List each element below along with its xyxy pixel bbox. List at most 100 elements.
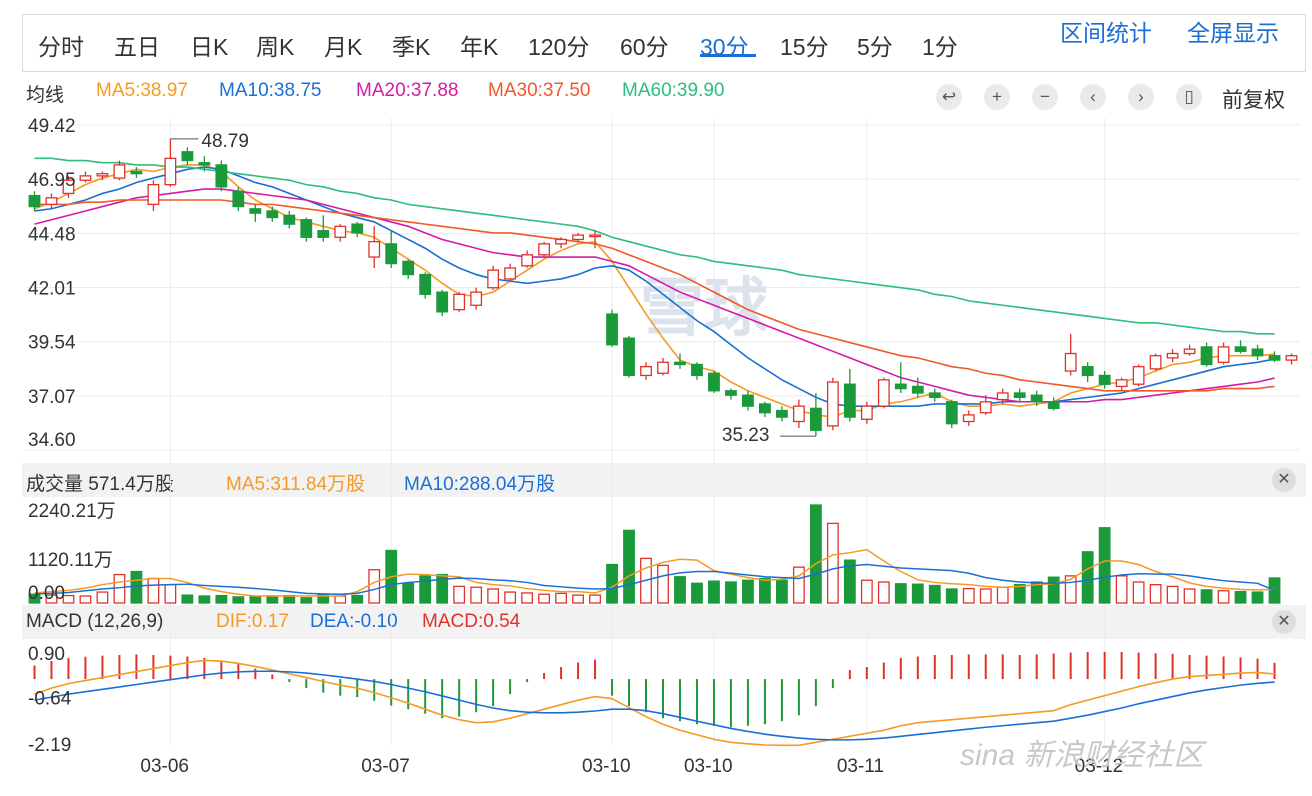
volume-ma5: MA5:311.84万股 bbox=[226, 474, 366, 495]
candle-body bbox=[1149, 355, 1162, 370]
volume-bar bbox=[759, 577, 771, 604]
volume-bar bbox=[521, 592, 534, 604]
volume-bar bbox=[708, 580, 720, 604]
candle-body bbox=[453, 293, 466, 311]
price-tick-label: 39.54 bbox=[28, 333, 76, 354]
volume-bar bbox=[1047, 576, 1060, 604]
ma5-legend: MA5:38.97 bbox=[96, 80, 188, 101]
candle-body bbox=[45, 197, 58, 206]
candle-body bbox=[1268, 355, 1281, 361]
zoom-in-icon[interactable]: + bbox=[984, 84, 1010, 110]
volume-bar bbox=[877, 581, 890, 604]
macd-close-icon[interactable]: ✕ bbox=[1272, 610, 1296, 634]
candle-body bbox=[572, 234, 584, 241]
candle-body bbox=[742, 394, 754, 407]
x-tick-label: 03-11 bbox=[837, 756, 884, 777]
volume-bar bbox=[351, 594, 364, 604]
volume-bar bbox=[725, 581, 737, 604]
candle-body bbox=[436, 291, 449, 313]
volume-bar bbox=[45, 594, 58, 604]
volume-bar bbox=[1251, 591, 1264, 604]
volume-bar bbox=[96, 591, 109, 604]
volume-bar bbox=[113, 573, 126, 604]
volume-ma10-line bbox=[34, 563, 1275, 596]
candle-body bbox=[860, 405, 873, 420]
tab-12[interactable]: 1分 bbox=[922, 28, 958, 62]
back-icon[interactable]: ↩ bbox=[936, 84, 962, 110]
volume-bar bbox=[402, 582, 415, 604]
candle-body bbox=[877, 379, 890, 407]
volume-bar bbox=[487, 588, 500, 604]
candle-body bbox=[147, 183, 160, 206]
volume-bar bbox=[1132, 581, 1145, 604]
candle-body bbox=[113, 164, 126, 179]
adjust-mode[interactable]: 前复权 bbox=[1222, 84, 1285, 114]
volume-bar bbox=[419, 575, 432, 604]
macd-tick-label: -0.64 bbox=[28, 688, 72, 709]
price-tick-label: 44.48 bbox=[28, 224, 76, 245]
candle-body bbox=[759, 403, 771, 414]
tab-5[interactable]: 季K bbox=[392, 28, 430, 62]
volume-bar bbox=[555, 592, 567, 604]
volume-bar bbox=[334, 595, 347, 604]
watermark: 雪球 bbox=[640, 272, 769, 344]
volume-bar bbox=[775, 579, 788, 604]
candle-body bbox=[368, 241, 381, 258]
volume-bar bbox=[317, 594, 330, 604]
tab-8[interactable]: 60分 bbox=[620, 28, 669, 62]
candle-body bbox=[198, 162, 211, 166]
volume-bar bbox=[1234, 590, 1247, 604]
macd-dea-line bbox=[34, 670, 1275, 741]
tab-7[interactable]: 120分 bbox=[528, 28, 589, 62]
range-stats-link[interactable]: 区间统计 bbox=[1060, 14, 1152, 48]
tab-1[interactable]: 五日 bbox=[114, 28, 160, 62]
volume-close-icon[interactable]: ✕ bbox=[1272, 468, 1296, 492]
candle-icon[interactable]: ▯ bbox=[1176, 84, 1202, 110]
price-tick-label: 34.60 bbox=[28, 430, 76, 451]
volume-bar bbox=[979, 588, 992, 604]
tab-2[interactable]: 日K bbox=[190, 28, 228, 62]
fullscreen-link[interactable]: 全屏显示 bbox=[1187, 14, 1279, 48]
candle-body bbox=[826, 381, 839, 427]
volume-bar bbox=[368, 569, 381, 604]
candle-body bbox=[725, 390, 737, 396]
candle-body bbox=[996, 392, 1009, 401]
tab-10[interactable]: 15分 bbox=[780, 28, 829, 62]
ma20-legend: MA20:37.88 bbox=[356, 80, 459, 101]
candle-body bbox=[792, 405, 805, 423]
zoom-out-icon[interactable]: − bbox=[1032, 84, 1058, 110]
volume-bar bbox=[945, 588, 958, 604]
ma10-legend: MA10:38.75 bbox=[219, 80, 322, 101]
tab-4[interactable]: 月K bbox=[324, 28, 362, 62]
volume-bar bbox=[470, 586, 483, 604]
tab-11[interactable]: 5分 bbox=[857, 28, 893, 62]
volume-tick-label: 1120.11万 bbox=[28, 550, 113, 571]
volume-bar bbox=[300, 597, 313, 604]
candle-body bbox=[385, 243, 398, 265]
candle-body bbox=[1098, 374, 1111, 385]
tab-6[interactable]: 年K bbox=[460, 28, 498, 62]
tab-3[interactable]: 周K bbox=[256, 28, 294, 62]
candle-body bbox=[945, 401, 958, 425]
candle-body bbox=[1132, 366, 1145, 385]
tab-0[interactable]: 分时 bbox=[38, 28, 84, 62]
volume-bar bbox=[385, 549, 398, 604]
x-tick-label: 03-10 bbox=[582, 756, 631, 777]
candle-body bbox=[589, 234, 601, 238]
candle-body bbox=[164, 157, 177, 186]
left-icon[interactable]: ‹ bbox=[1080, 84, 1106, 110]
volume-bar bbox=[232, 596, 245, 604]
volume-bar bbox=[928, 584, 941, 604]
volume-bar bbox=[657, 564, 669, 604]
price-tick-label: 42.01 bbox=[28, 279, 76, 300]
candle-body bbox=[775, 409, 788, 418]
macd-title: MACD (12,26,9) bbox=[26, 611, 164, 632]
stock-chart[interactable]: 雪球 49.42 46.95 44.48 42.01 39.54 37.07 34.60 48… bbox=[0, 0, 1312, 796]
volume-bar bbox=[1217, 590, 1230, 604]
candle-body bbox=[962, 414, 975, 423]
right-icon[interactable]: › bbox=[1128, 84, 1154, 110]
volume-bar bbox=[1098, 527, 1111, 604]
volume-bar bbox=[181, 594, 194, 604]
volume-bar bbox=[572, 594, 584, 604]
volume-ma10: MA10:288.04万股 bbox=[404, 474, 556, 495]
